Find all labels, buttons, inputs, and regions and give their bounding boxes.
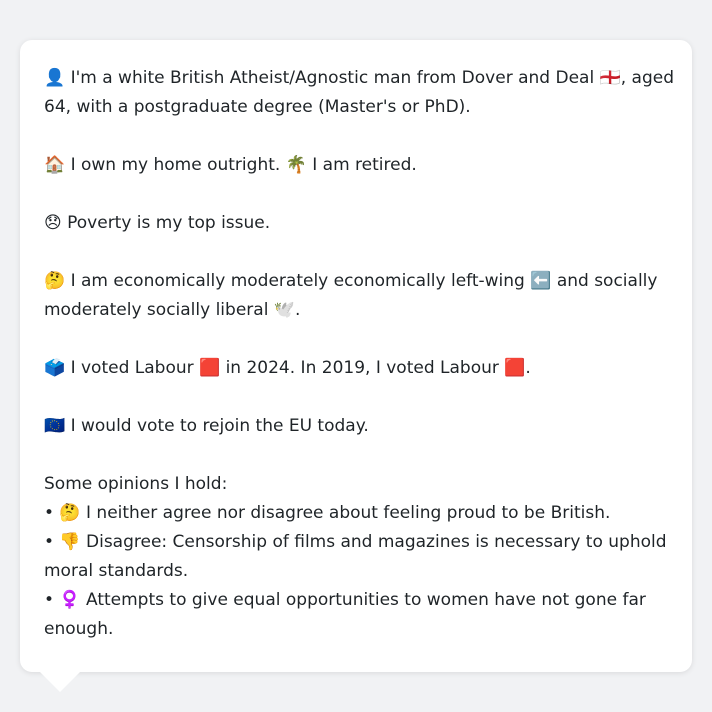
home-line: 🏠 I own my home outright. 🌴 I am retired… — [44, 155, 417, 175]
intro-paragraph: 👤 I'm a white British Atheist/Agnostic m… — [44, 64, 675, 122]
opinions-heading: Some opinions I hold: — [44, 474, 228, 494]
politics-line-2: moderately socially liberal 🕊️. — [44, 300, 301, 320]
eu-line: 🇪🇺 I would vote to rejoin the EU today. — [44, 416, 369, 436]
opinion-item-1: • 🤔 I neither agree nor disagree about f… — [44, 503, 611, 523]
intro-line-1: 👤 I'm a white British Atheist/Agnostic m… — [44, 68, 675, 88]
votes-paragraph: 🗳️ I voted Labour 🟥 in 2024. In 2019, I … — [44, 354, 668, 383]
issue-paragraph: 😞 Poverty is my top issue. — [44, 209, 668, 238]
opinions-list: Some opinions I hold: • 🤔 I neither agre… — [44, 470, 668, 644]
home-paragraph: 🏠 I own my home outright. 🌴 I am retired… — [44, 151, 668, 180]
opinion-item-3-line-1: • ♀️ Attempts to give equal opportunitie… — [44, 590, 646, 610]
votes-line: 🗳️ I voted Labour 🟥 in 2024. In 2019, I … — [44, 358, 531, 378]
profile-message-bubble: 👤 I'm a white British Atheist/Agnostic m… — [20, 40, 692, 672]
opinion-item-2-line-1: • 👎 Disagree: Censorship of films and ma… — [44, 532, 667, 552]
politics-line-1: 🤔 I am economically moderately economica… — [44, 271, 658, 291]
opinion-item-3-line-2: enough. — [44, 619, 114, 639]
eu-paragraph: 🇪🇺 I would vote to rejoin the EU today. — [44, 412, 668, 441]
issue-line: 😞 Poverty is my top issue. — [44, 213, 271, 233]
bubble-pointer — [40, 672, 80, 692]
opinion-item-2-line-2: moral standards. — [44, 561, 189, 581]
intro-line-2: 64, with a postgraduate degree (Master's… — [44, 97, 471, 117]
politics-paragraph: 🤔 I am economically moderately economica… — [44, 267, 668, 325]
